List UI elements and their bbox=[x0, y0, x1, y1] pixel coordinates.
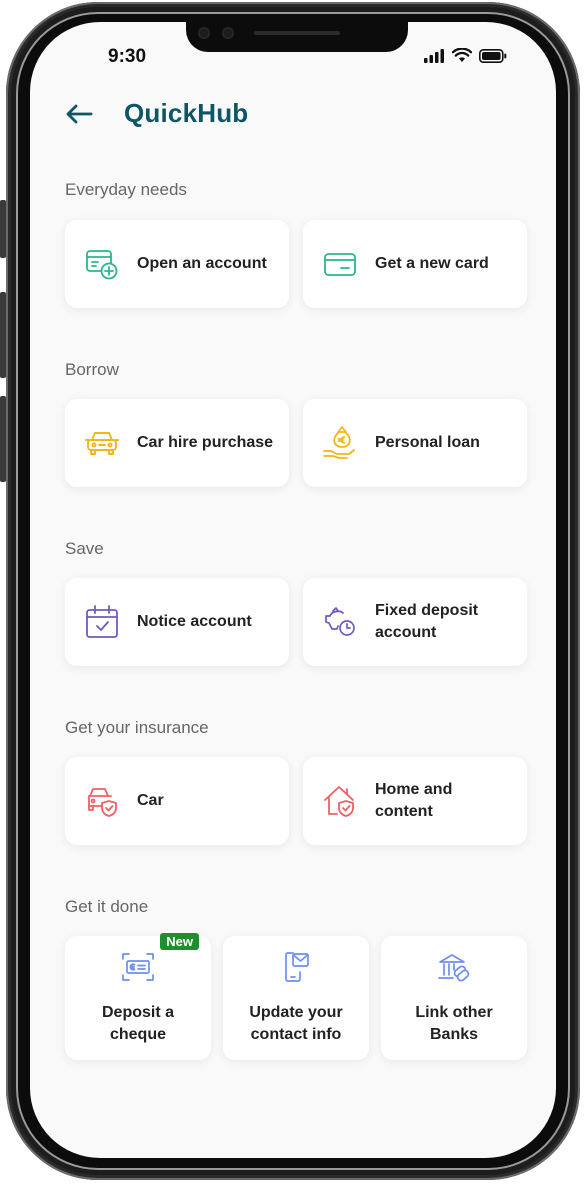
car-hire-purchase-label: Car hire purchase bbox=[137, 434, 274, 451]
wifi-icon bbox=[452, 48, 472, 62]
deposit-cheque-label: Deposit a cheque bbox=[101, 1004, 174, 1043]
deposit-cheque-button[interactable]: New Deposit a cheque bbox=[65, 933, 211, 1060]
notice-account-label: Notice account bbox=[137, 613, 252, 630]
fixed-deposit-label: Fixed deposit account bbox=[375, 602, 479, 641]
update-contact-label: Update your contact info bbox=[249, 1004, 343, 1043]
header: QuickHub bbox=[64, 98, 248, 129]
volume-down-button bbox=[0, 396, 6, 482]
notch bbox=[186, 22, 408, 52]
car-insurance-button[interactable]: Car bbox=[65, 757, 289, 845]
section-label-everyday: Everyday needs bbox=[65, 180, 187, 199]
new-card-label: Get a new card bbox=[375, 255, 489, 272]
phone-mail-icon bbox=[223, 950, 369, 984]
section-label-insurance: Get your insurance bbox=[65, 718, 209, 737]
car-insurance-label: Car bbox=[137, 792, 164, 809]
mute-switch bbox=[0, 200, 6, 258]
status-time: 9:30 bbox=[108, 46, 147, 67]
scan-cheque-icon bbox=[65, 950, 211, 984]
section-label-done: Get it done bbox=[65, 897, 149, 916]
notice-account-button[interactable]: Notice account bbox=[65, 578, 289, 666]
account-add-icon bbox=[85, 247, 119, 281]
signal-icon bbox=[424, 48, 444, 63]
home-insurance-label: Home and content bbox=[375, 781, 453, 820]
sensor-dot bbox=[198, 27, 210, 39]
section-label-borrow: Borrow bbox=[65, 360, 119, 379]
section-label-save: Save bbox=[65, 539, 104, 558]
piggy-clock-icon bbox=[323, 605, 357, 639]
car-hire-purchase-button[interactable]: Car hire purchase bbox=[65, 399, 289, 487]
calendar-check-icon bbox=[85, 605, 119, 639]
volume-up-button bbox=[0, 292, 6, 378]
update-contact-button[interactable]: Update your contact info bbox=[223, 936, 369, 1060]
new-card-button[interactable]: Get a new card bbox=[303, 220, 527, 308]
card-icon bbox=[323, 247, 357, 281]
open-account-button[interactable]: Open an account bbox=[65, 220, 289, 308]
personal-loan-label: Personal loan bbox=[375, 434, 480, 451]
speaker bbox=[254, 31, 340, 35]
personal-loan-button[interactable]: Personal loan bbox=[303, 399, 527, 487]
status-icons bbox=[423, 48, 507, 63]
home-insurance-button[interactable]: Home and content bbox=[303, 757, 527, 845]
battery-icon bbox=[479, 48, 507, 63]
car-icon bbox=[85, 426, 119, 460]
back-arrow-icon[interactable] bbox=[64, 99, 94, 129]
camera-dot bbox=[222, 27, 234, 39]
link-banks-button[interactable]: Link other Banks bbox=[381, 936, 527, 1060]
fixed-deposit-button[interactable]: Fixed deposit account bbox=[303, 578, 527, 666]
link-banks-label: Link other Banks bbox=[415, 1004, 493, 1043]
home-shield-icon bbox=[323, 784, 357, 818]
page-title: QuickHub bbox=[124, 98, 249, 128]
bank-link-icon bbox=[381, 950, 527, 984]
car-shield-icon bbox=[85, 784, 119, 818]
new-badge: New bbox=[160, 933, 199, 950]
screen: 9:30 QuickHub Everyday needs Open an acc… bbox=[30, 22, 556, 1158]
open-account-label: Open an account bbox=[137, 255, 267, 272]
money-bag-icon bbox=[323, 426, 357, 460]
